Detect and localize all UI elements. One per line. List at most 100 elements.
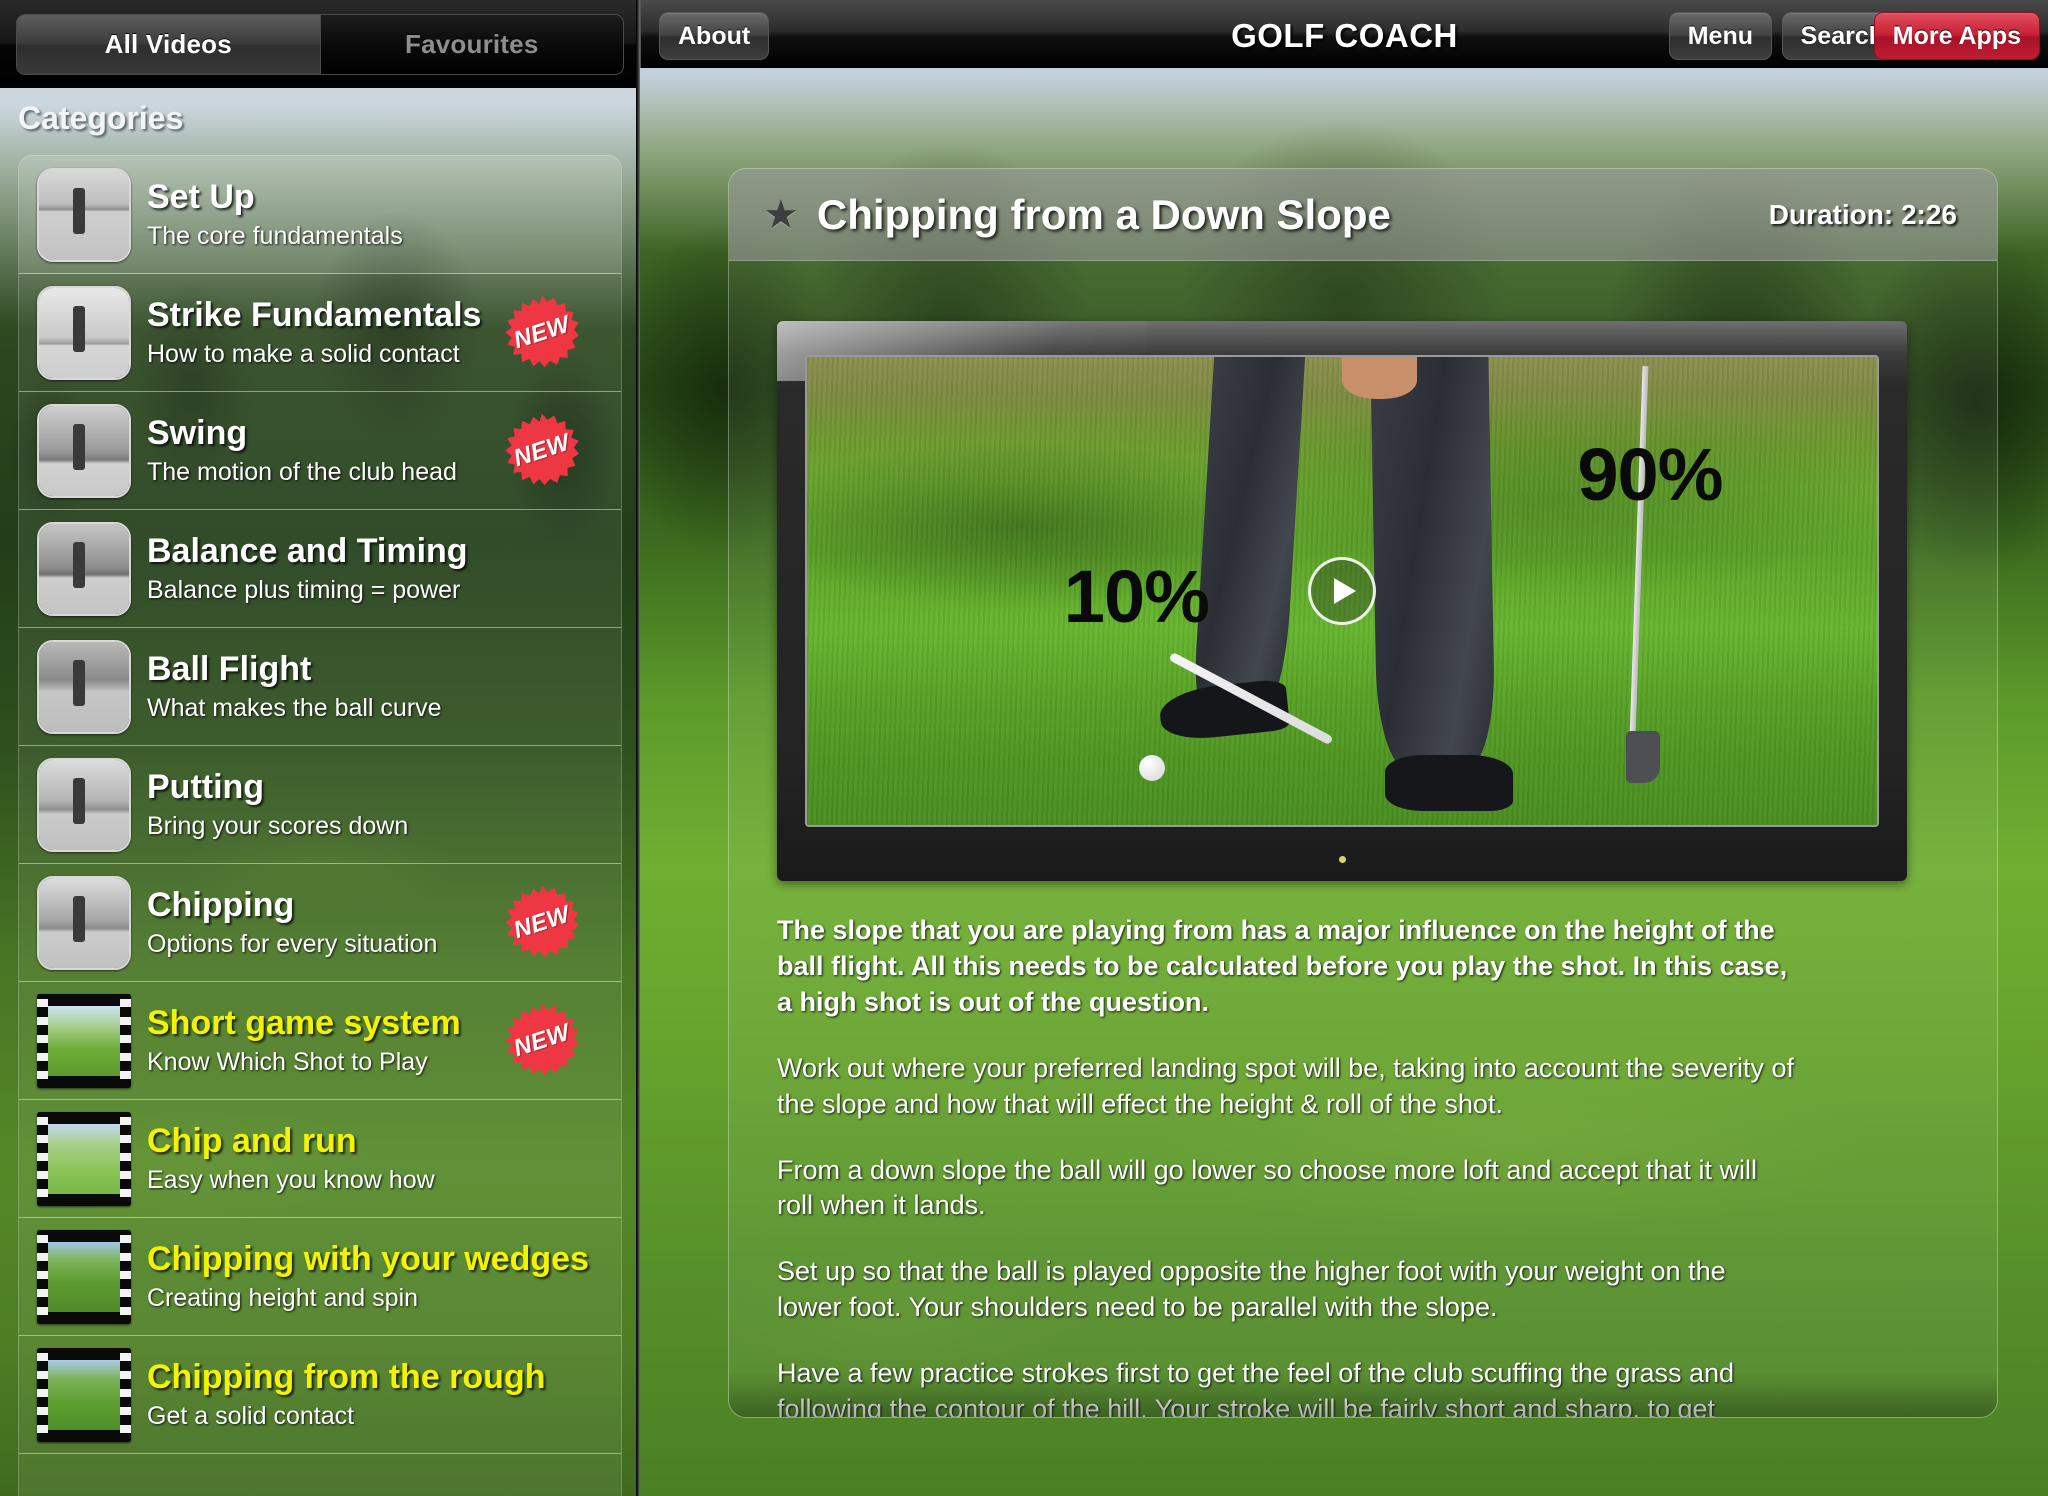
thumbnail-film-icon (37, 1229, 131, 1324)
sidebar-item-subtitle: Creating height and spin (147, 1284, 419, 1313)
thumbnail-photo (39, 523, 129, 614)
sidebar-item-label: Chip and run (147, 1121, 357, 1160)
sidebar-item-label: Putting (147, 767, 265, 806)
description-paragraph: Have a few practice strokes first to get… (777, 1358, 1735, 1417)
sidebar-item-swing[interactable]: Swing The motion of the club head NEW (19, 392, 621, 510)
sidebar-item-label: Balance and Timing (147, 531, 468, 570)
video-header: ★ Chipping from a Down Slope Duration: 2… (729, 169, 1997, 261)
thumbnail-film-icon (37, 1111, 131, 1206)
sidebar-item-chipping-from-the-rough[interactable]: Chipping from the rough Get a solid conta… (19, 1336, 621, 1454)
video-scene-shoe-right (1384, 754, 1514, 811)
sidebar-item-text: Chip and run Easy when you know how (147, 1122, 621, 1195)
sidebar-item-subtitle: Balance plus timing = power (147, 576, 461, 605)
favourite-star-icon[interactable]: ★ (763, 195, 799, 235)
sidebar-item-text: Chipping from the rough Get a solid conta… (147, 1358, 621, 1431)
thumbnail-image (37, 403, 131, 498)
thumbnail-image (37, 757, 131, 852)
weight-right-percent-label: 90% (1577, 432, 1723, 516)
thumbnail-image (37, 875, 131, 970)
thumbnail-photo (39, 877, 129, 968)
thumbnail-image (37, 167, 131, 262)
sidebar-item-chipping-with-your-wedges[interactable]: Chipping with your wedges Creating height… (19, 1218, 621, 1336)
video-description: The slope that you are playing from has … (777, 913, 1957, 1417)
new-badge-label: NEW (510, 428, 574, 472)
menu-button[interactable]: Menu (1668, 12, 1772, 60)
weight-left-percent-label: 10% (1063, 554, 1210, 638)
app-root: Categories Set Up The core fundamentals St… (0, 0, 2048, 1496)
video-scene-club-head (1625, 731, 1660, 784)
left-pane: Categories Set Up The core fundamentals St… (0, 0, 640, 1496)
sidebar-item-subtitle: Get a solid contact (147, 1402, 355, 1431)
video-scene-hand (1342, 357, 1417, 400)
right-pane: About GOLF COACH Menu Search More Apps ★… (640, 0, 2048, 1496)
top-navigation-bar: About GOLF COACH Menu Search More Apps (640, 0, 2048, 68)
sidebar-item-label: Chipping from the rough (147, 1357, 546, 1396)
thumbnail-photo (39, 759, 129, 850)
thumbnail-figure (73, 541, 85, 589)
sidebar-item-balance-and-timing[interactable]: Balance and Timing Balance plus timing = … (19, 510, 621, 628)
sidebar-item-chipping[interactable]: Chipping Options for every situation NEW (19, 864, 621, 982)
thumbnail-photo (39, 287, 129, 378)
sidebar-item-chip-and-run[interactable]: Chip and run Easy when you know how (19, 1100, 621, 1218)
sidebar-item-text: Chipping with your wedges Creating height… (147, 1240, 621, 1313)
new-badge-label: NEW (510, 310, 574, 354)
new-badge: NEW (505, 885, 579, 960)
video-player[interactable]: 10% 90% (777, 321, 1907, 881)
sidebar-item-subtitle: The core fundamentals (147, 222, 403, 251)
description-paragraph: From a down slope the ball will go lower… (777, 1154, 1757, 1221)
thumbnail-image (37, 521, 131, 616)
sidebar-item-text: Putting Bring your scores down (147, 768, 621, 841)
pane-divider (636, 0, 640, 1496)
sidebar-item-putting[interactable]: Putting Bring your scores down (19, 746, 621, 864)
video-scene-leg-right (1370, 357, 1496, 769)
sidebar-item-text: Balance and Timing Balance plus timing = … (147, 532, 621, 605)
sidebar-item-label: Chipping with your wedges (147, 1239, 589, 1278)
sidebar-item-text: Ball Flight What makes the ball curve (147, 650, 621, 723)
sidebar-item-subtitle: Bring your scores down (147, 812, 409, 841)
sidebar-item-label: Set Up (147, 177, 255, 216)
video-frame[interactable]: 10% 90% (805, 355, 1879, 827)
thumbnail-photo (39, 405, 129, 496)
sidebar-item-short-game-system[interactable]: Short game system Know Which Shot to Play… (19, 982, 621, 1100)
description-paragraph: Set up so that the ball is played opposi… (777, 1256, 1726, 1323)
thumbnail-image (48, 1123, 120, 1194)
description-paragraph: The slope that you are playing from has … (777, 915, 1788, 1017)
new-badge: NEW (505, 295, 579, 370)
thumbnail-figure (73, 305, 85, 353)
tab-bar: All Videos Favourites (0, 0, 640, 88)
sidebar-item-set-up[interactable]: Set Up The core fundamentals (19, 156, 621, 274)
thumbnail-figure (73, 895, 85, 943)
player-progress-dot (1339, 856, 1346, 863)
sidebar-item-text: Set Up The core fundamentals (147, 178, 621, 251)
video-detail-card: ★ Chipping from a Down Slope Duration: 2… (728, 168, 1998, 1418)
sidebar-item-strike-fundamentals[interactable]: Strike Fundamentals How to make a solid c… (19, 274, 621, 392)
thumbnail-image (48, 1241, 120, 1312)
sidebar-item-subtitle: What makes the ball curve (147, 694, 442, 723)
play-triangle (1334, 578, 1356, 604)
video-duration: Duration: 2:26 (1768, 198, 1957, 230)
new-badge: NEW (505, 413, 579, 488)
thumbnail-image (37, 639, 131, 734)
thumbnail-image (48, 1359, 120, 1430)
thumbnail-figure (73, 187, 85, 235)
new-badge-label: NEW (510, 1018, 574, 1062)
video-scene-golf-ball (1138, 754, 1165, 781)
description-paragraph: Work out where your preferred landing sp… (777, 1052, 1795, 1119)
tab-favourites[interactable]: Favourites (320, 15, 623, 74)
category-list: Set Up The core fundamentals Strike Fundam… (18, 155, 622, 1496)
thumbnail-film-icon (37, 993, 131, 1088)
thumbnail-figure (73, 777, 85, 825)
thumbnail-figure (73, 659, 85, 707)
thumbnail-film-icon (37, 1347, 131, 1442)
thumbnail-image (48, 1005, 120, 1076)
new-badge: NEW (505, 1003, 579, 1078)
categories-heading: Categories (18, 100, 184, 136)
thumbnail-photo (39, 641, 129, 732)
sidebar-item-label: Ball Flight (147, 649, 312, 688)
sidebar-item-subtitle: Easy when you know how (147, 1166, 435, 1195)
more-apps-button[interactable]: More Apps (1873, 12, 2040, 60)
segmented-control[interactable]: All Videos Favourites (16, 14, 624, 75)
play-icon[interactable] (1308, 557, 1376, 625)
sidebar-item-ball-flight[interactable]: Ball Flight What makes the ball curve (19, 628, 621, 746)
tab-all-videos[interactable]: All Videos (17, 15, 321, 74)
